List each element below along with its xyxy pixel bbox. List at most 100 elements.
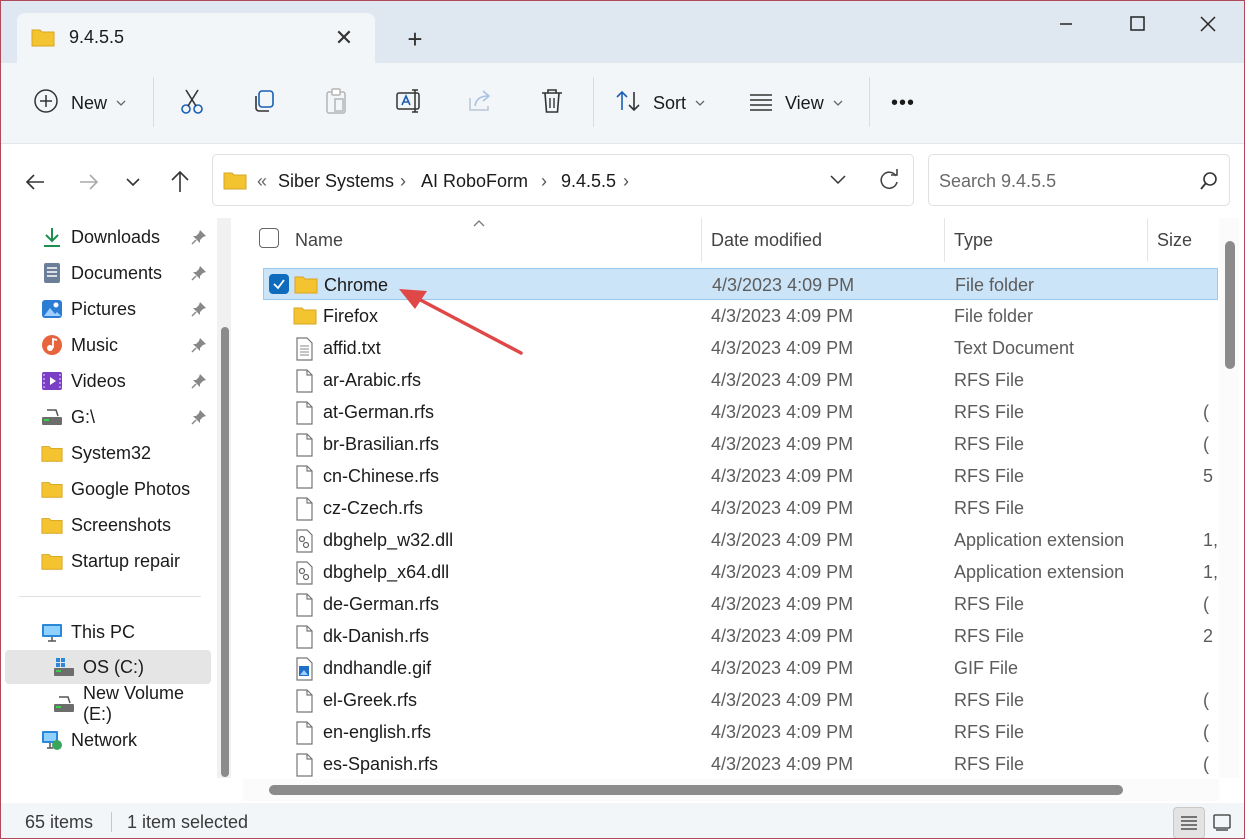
address-history-chevron-icon[interactable]: [829, 173, 847, 191]
column-date-modified[interactable]: Date modified: [711, 230, 822, 251]
search-box[interactable]: Search 9.4.5.5: [928, 154, 1230, 206]
sidebar-item-g-drive[interactable]: G:\: [5, 400, 211, 434]
row-checkbox[interactable]: [269, 274, 289, 294]
details-view-icon[interactable]: [1173, 807, 1205, 838]
file-row[interactable]: dndhandle.gif 4/3/2023 4:09 PM GIF File: [263, 652, 1218, 684]
file-name[interactable]: Chrome: [324, 275, 388, 296]
sort-button[interactable]: Sort: [615, 79, 706, 127]
sidebar-scrollbar-thumb[interactable]: [221, 327, 229, 777]
pin-icon[interactable]: [191, 337, 207, 358]
file-name[interactable]: cn-Chinese.rfs: [323, 466, 439, 487]
pin-icon[interactable]: [191, 373, 207, 394]
file-row[interactable]: dk-Danish.rfs 4/3/2023 4:09 PM RFS File 2: [263, 620, 1218, 652]
maximize-icon[interactable]: [1115, 7, 1161, 41]
file-name[interactable]: de-German.rfs: [323, 594, 439, 615]
breadcrumb-overflow[interactable]: «: [257, 171, 267, 192]
sidebar-item-google-photos[interactable]: Google Photos: [5, 472, 211, 506]
file-row[interactable]: affid.txt 4/3/2023 4:09 PM Text Document: [263, 332, 1218, 364]
rename-button[interactable]: [395, 79, 423, 127]
file-row[interactable]: br-Brasilian.rfs 4/3/2023 4:09 PM RFS File…: [263, 428, 1218, 460]
pin-icon[interactable]: [191, 229, 207, 250]
file-row[interactable]: dbghelp_x64.dll 4/3/2023 4:09 PM Applicati…: [263, 556, 1218, 588]
breadcrumb-separator[interactable]: ›: [400, 171, 406, 192]
large-icons-view-icon[interactable]: [1207, 807, 1237, 837]
close-tab-icon[interactable]: ✕: [329, 23, 359, 53]
horizontal-scrollbar-thumb[interactable]: [269, 785, 1123, 795]
file-row[interactable]: dbghelp_w32.dll 4/3/2023 4:09 PM Applicati…: [263, 524, 1218, 556]
sidebar-item-startup-repair[interactable]: Startup repair: [5, 544, 211, 578]
up-arrow-icon[interactable]: [162, 164, 198, 200]
file-name[interactable]: dk-Danish.rfs: [323, 626, 429, 647]
column-divider[interactable]: [944, 218, 945, 262]
delete-button[interactable]: [539, 79, 565, 127]
paste-button[interactable]: [323, 79, 349, 127]
file-name[interactable]: Firefox: [323, 306, 378, 327]
sidebar-item-os-c[interactable]: OS (C:): [5, 650, 211, 684]
column-divider[interactable]: [701, 218, 702, 262]
column-name[interactable]: Name: [295, 230, 343, 251]
refresh-icon[interactable]: [877, 168, 901, 197]
file-name[interactable]: dbghelp_w32.dll: [323, 530, 453, 551]
more-options-icon[interactable]: •••: [891, 79, 915, 127]
file-row[interactable]: de-German.rfs 4/3/2023 4:09 PM RFS File (: [263, 588, 1218, 620]
file-name[interactable]: cz-Czech.rfs: [323, 498, 423, 519]
sidebar-item-music[interactable]: Music: [5, 328, 211, 362]
file-row[interactable]: Firefox 4/3/2023 4:09 PM File folder: [263, 300, 1218, 332]
minimize-icon[interactable]: [1043, 7, 1089, 41]
sidebar-item-system32[interactable]: System32: [5, 436, 211, 470]
column-divider[interactable]: [1147, 218, 1148, 262]
breadcrumb-ai-roboform[interactable]: AI RoboForm: [421, 171, 528, 192]
file-icon: [293, 369, 315, 393]
column-size[interactable]: Size: [1157, 230, 1192, 251]
file-row[interactable]: ar-Arabic.rfs 4/3/2023 4:09 PM RFS File: [263, 364, 1218, 396]
vertical-scrollbar-thumb[interactable]: [1225, 241, 1235, 369]
toolbar-divider: [869, 77, 870, 127]
file-name[interactable]: en-english.rfs: [323, 722, 431, 743]
file-row[interactable]: el-Greek.rfs 4/3/2023 4:09 PM RFS File (: [263, 684, 1218, 716]
select-all-checkbox[interactable]: [259, 228, 279, 248]
sidebar-item-pictures[interactable]: Pictures: [5, 292, 211, 326]
pin-icon[interactable]: [191, 409, 207, 430]
search-icon[interactable]: [1199, 171, 1219, 196]
file-row[interactable]: es-Spanish.rfs 4/3/2023 4:09 PM RFS File (: [263, 748, 1218, 778]
file-row[interactable]: at-German.rfs 4/3/2023 4:09 PM RFS File (: [263, 396, 1218, 428]
tab-current[interactable]: 9.4.5.5 ✕: [17, 13, 375, 63]
file-name[interactable]: dndhandle.gif: [323, 658, 431, 679]
file-name[interactable]: el-Greek.rfs: [323, 690, 417, 711]
sidebar-item-screenshots[interactable]: Screenshots: [5, 508, 211, 542]
file-name[interactable]: dbghelp_x64.dll: [323, 562, 449, 583]
breadcrumb-siber-systems[interactable]: Siber Systems: [278, 171, 394, 192]
back-arrow-icon[interactable]: [17, 164, 53, 200]
sidebar-item-documents[interactable]: Documents: [5, 256, 211, 290]
column-type[interactable]: Type: [954, 230, 993, 251]
recent-locations-chevron-icon[interactable]: [115, 164, 151, 200]
breadcrumb-9-4-5-5[interactable]: 9.4.5.5: [561, 171, 616, 192]
share-button[interactable]: [467, 79, 495, 127]
pin-icon[interactable]: [191, 265, 207, 286]
view-button[interactable]: View: [747, 79, 844, 127]
file-name[interactable]: es-Spanish.rfs: [323, 754, 438, 775]
new-button[interactable]: New: [33, 79, 127, 127]
sidebar-item-videos[interactable]: Videos: [5, 364, 211, 398]
sidebar-item-network[interactable]: Network: [5, 723, 211, 757]
file-name[interactable]: affid.txt: [323, 338, 381, 359]
close-window-icon[interactable]: [1185, 7, 1231, 41]
cut-button[interactable]: [179, 79, 205, 127]
file-row[interactable]: cz-Czech.rfs 4/3/2023 4:09 PM RFS File: [263, 492, 1218, 524]
file-row[interactable]: en-english.rfs 4/3/2023 4:09 PM RFS File (: [263, 716, 1218, 748]
file-name[interactable]: at-German.rfs: [323, 402, 434, 423]
file-name[interactable]: br-Brasilian.rfs: [323, 434, 439, 455]
sidebar-item-new-volume-e[interactable]: New Volume (E:): [5, 683, 211, 724]
sidebar-item-downloads[interactable]: Downloads: [5, 220, 211, 254]
forward-arrow-icon[interactable]: [71, 164, 107, 200]
breadcrumb-separator[interactable]: ›: [541, 171, 547, 192]
breadcrumb-separator[interactable]: ›: [623, 171, 629, 192]
sidebar-item-this-pc[interactable]: This PC: [5, 615, 211, 649]
address-bar[interactable]: « Siber Systems › AI RoboForm › 9.4.5.5 …: [212, 154, 914, 206]
pin-icon[interactable]: [191, 301, 207, 322]
copy-button[interactable]: [251, 79, 277, 127]
file-row[interactable]: cn-Chinese.rfs 4/3/2023 4:09 PM RFS File 5: [263, 460, 1218, 492]
file-name[interactable]: ar-Arabic.rfs: [323, 370, 421, 391]
new-tab-button[interactable]: +: [399, 23, 431, 55]
file-row[interactable]: Chrome 4/3/2023 4:09 PM File folder: [263, 268, 1218, 300]
